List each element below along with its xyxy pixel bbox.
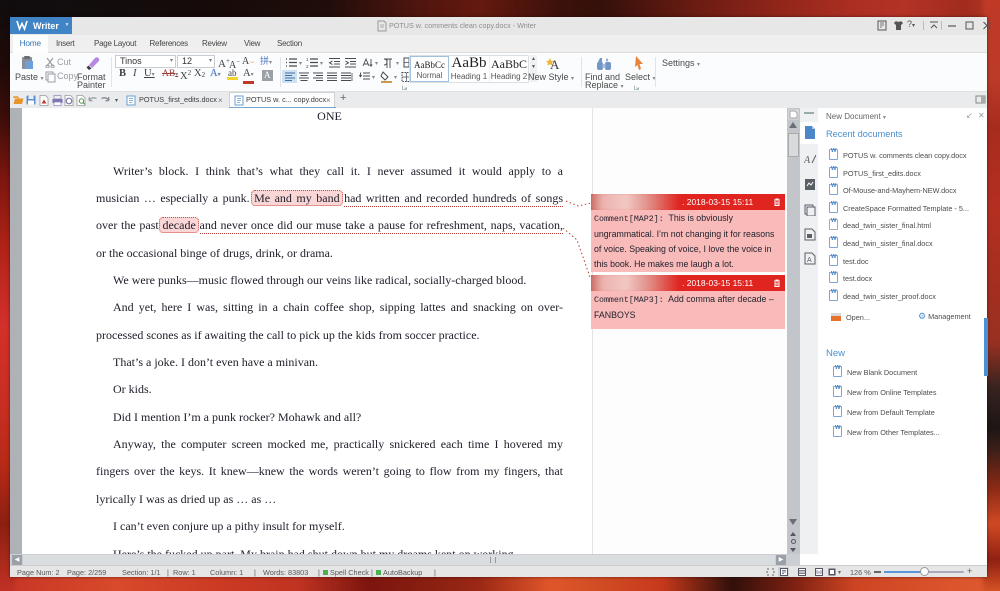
svg-text:Writer: Writer [33, 21, 59, 31]
svg-text:A: A [804, 155, 811, 166]
svg-text:2: 2 [306, 64, 309, 68]
svg-text:A: A [807, 257, 812, 264]
svg-text:1: 1 [306, 57, 309, 62]
